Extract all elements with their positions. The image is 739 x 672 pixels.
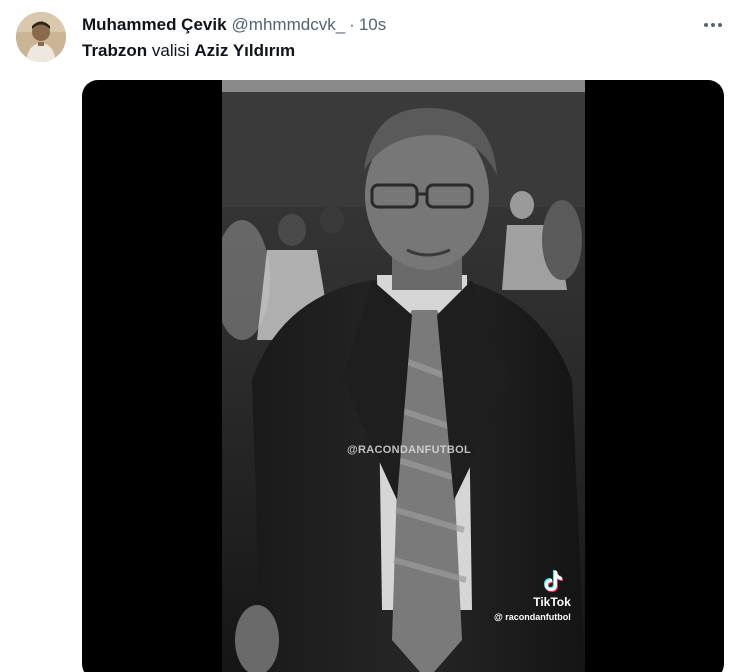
- tweet-text: Trabzon valisi Aziz Yıldırım: [82, 41, 295, 61]
- tweet-header: Muhammed Çevik @mhmmdcvk_ · 10s: [82, 14, 386, 36]
- tiktok-username: @ racondanfutbol: [494, 612, 571, 622]
- more-horizontal-icon[interactable]: [701, 14, 725, 36]
- video-player[interactable]: @RACONDANFUTBOL TikTok @ racondanfutbol: [222, 80, 585, 672]
- tweet-text-bold-2: Aziz Yıldırım: [194, 41, 296, 60]
- avatar[interactable]: [16, 12, 66, 62]
- media-container[interactable]: @RACONDANFUTBOL TikTok @ racondanfutbol: [82, 80, 724, 672]
- tweet[interactable]: Muhammed Çevik @mhmmdcvk_ · 10s Trabzon …: [0, 0, 739, 672]
- tweet-text-bold-1: Trabzon: [82, 41, 148, 60]
- timestamp[interactable]: 10s: [359, 15, 386, 35]
- separator-dot: ·: [349, 15, 355, 34]
- tiktok-brand-label: TikTok: [533, 595, 571, 609]
- tiktok-logo: TikTok: [512, 568, 585, 609]
- video-watermark: @RACONDANFUTBOL: [347, 444, 471, 456]
- user-handle[interactable]: @mhmmdcvk_: [232, 15, 346, 35]
- tweet-text-plain: valisi: [147, 41, 195, 60]
- tiktok-icon: [544, 570, 563, 592]
- display-name[interactable]: Muhammed Çevik: [82, 15, 227, 35]
